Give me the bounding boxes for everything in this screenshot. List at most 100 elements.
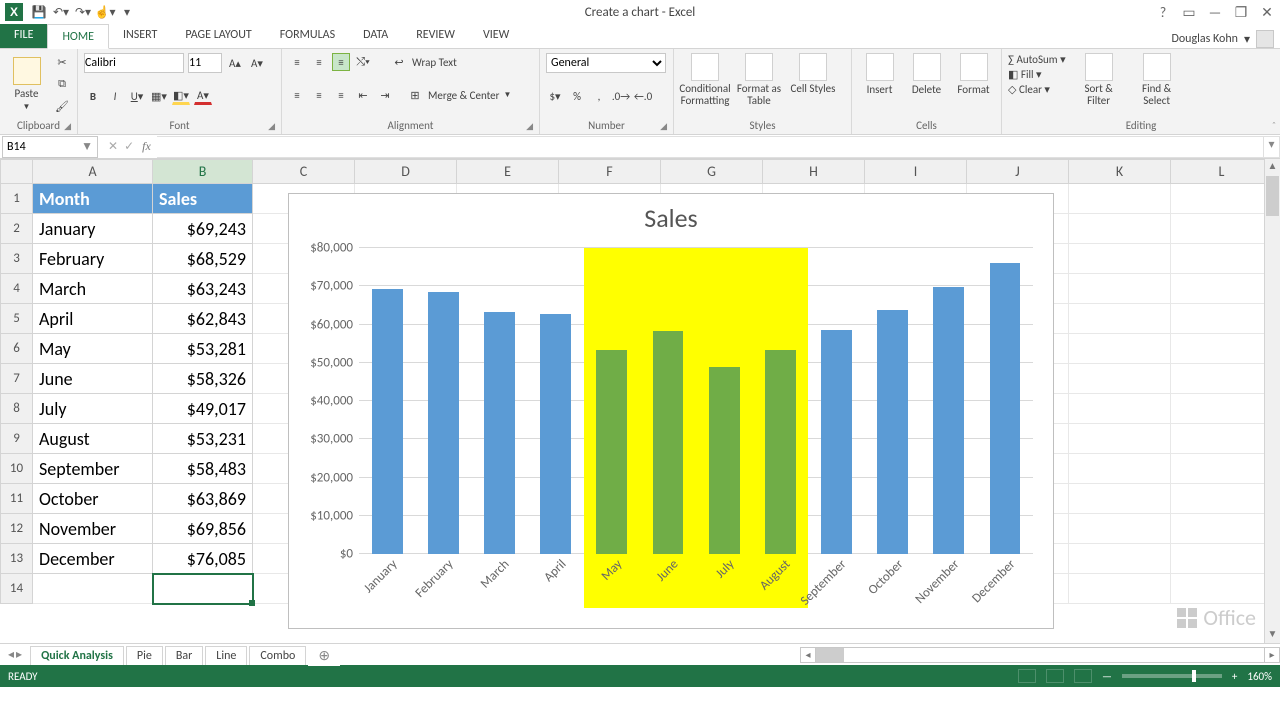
sheet-tab-pie[interactable]: Pie xyxy=(126,646,163,665)
tab-data[interactable]: DATA xyxy=(349,23,402,48)
cell-K7[interactable] xyxy=(1069,364,1171,394)
col-header-J[interactable]: J xyxy=(967,160,1069,184)
row-header-12[interactable]: 12 xyxy=(1,514,33,544)
clear-button[interactable]: ◇ Clear ▾ xyxy=(1008,83,1066,96)
decrease-indent-icon[interactable]: ⇤ xyxy=(354,86,372,104)
percent-icon[interactable]: % xyxy=(568,87,586,105)
delete-cells-button[interactable]: Delete xyxy=(905,53,948,96)
format-painter-icon[interactable]: 🖌 xyxy=(53,97,71,115)
cell-L11[interactable] xyxy=(1171,484,1273,514)
collapse-ribbon-icon[interactable]: ˆ xyxy=(1272,119,1276,132)
tab-formulas[interactable]: FORMULAS xyxy=(266,23,349,48)
align-bottom-icon[interactable]: ≡ xyxy=(332,53,350,71)
tab-review[interactable]: REVIEW xyxy=(402,23,469,48)
avatar[interactable] xyxy=(1256,30,1274,48)
cell-B4[interactable]: $63,243 xyxy=(153,274,253,304)
add-sheet-button[interactable]: ⊕ xyxy=(308,645,340,666)
zoom-out-icon[interactable]: — xyxy=(1102,670,1112,683)
font-size-input[interactable] xyxy=(188,53,222,73)
page-break-view-icon[interactable] xyxy=(1074,669,1092,683)
align-middle-icon[interactable]: ≡ xyxy=(310,53,328,71)
cell-B13[interactable]: $76,085 xyxy=(153,544,253,574)
cell-K12[interactable] xyxy=(1069,514,1171,544)
cell-L13[interactable] xyxy=(1171,544,1273,574)
col-header-G[interactable]: G xyxy=(661,160,763,184)
close-icon[interactable]: ✕ xyxy=(1254,0,1280,24)
tab-scroll-right-icon[interactable]: ▸ xyxy=(16,647,22,662)
cell-A2[interactable]: January xyxy=(33,214,153,244)
horizontal-scrollbar[interactable]: ◂▸ xyxy=(800,647,1280,663)
chart-bar-september[interactable] xyxy=(821,330,852,554)
cell-B9[interactable]: $53,231 xyxy=(153,424,253,454)
cell-A7[interactable]: June xyxy=(33,364,153,394)
shrink-font-icon[interactable]: A▾ xyxy=(248,54,266,72)
cell-B11[interactable]: $63,869 xyxy=(153,484,253,514)
merge-icon[interactable]: ⊞ xyxy=(406,86,424,104)
ribbon-options-icon[interactable]: ▭ xyxy=(1176,0,1202,24)
col-header-A[interactable]: A xyxy=(33,160,153,184)
cell-K13[interactable] xyxy=(1069,544,1171,574)
col-header-C[interactable]: C xyxy=(253,160,355,184)
cell-K6[interactable] xyxy=(1069,334,1171,364)
chart-bar-april[interactable] xyxy=(540,314,571,554)
cell-A8[interactable]: July xyxy=(33,394,153,424)
row-header-1[interactable]: 1 xyxy=(1,184,33,214)
enter-formula-icon[interactable]: ✓ xyxy=(124,139,134,154)
cell-A12[interactable]: November xyxy=(33,514,153,544)
dialog-launcher-icon[interactable]: ◢ xyxy=(268,121,275,132)
chart-bar-june[interactable] xyxy=(653,331,684,554)
cell-B12[interactable]: $69,856 xyxy=(153,514,253,544)
tab-home[interactable]: HOME xyxy=(47,24,109,49)
qat-customize-icon[interactable]: ▾ xyxy=(116,0,138,24)
format-as-table-button[interactable]: Format as Table xyxy=(734,53,784,107)
cell-K2[interactable] xyxy=(1069,214,1171,244)
chart-bar-march[interactable] xyxy=(484,312,515,554)
save-icon[interactable]: 💾 xyxy=(28,0,50,24)
zoom-level[interactable]: 160% xyxy=(1247,670,1272,683)
help-icon[interactable]: ? xyxy=(1150,0,1176,24)
cell-L5[interactable] xyxy=(1171,304,1273,334)
chart-bar-may[interactable] xyxy=(596,350,627,554)
chart-bar-january[interactable] xyxy=(372,289,403,554)
tab-view[interactable]: VIEW xyxy=(469,23,523,48)
decrease-decimal-icon[interactable]: ←.0 xyxy=(634,87,652,105)
chart-bar-december[interactable] xyxy=(990,263,1021,554)
align-right-icon[interactable]: ≡ xyxy=(332,86,350,104)
redo-icon[interactable]: ↷▾ xyxy=(72,0,94,24)
expand-formula-bar-icon[interactable]: ▾ xyxy=(1264,136,1280,158)
align-left-icon[interactable]: ≡ xyxy=(288,86,306,104)
align-top-icon[interactable]: ≡ xyxy=(288,53,306,71)
col-header-H[interactable]: H xyxy=(763,160,865,184)
cell-K3[interactable] xyxy=(1069,244,1171,274)
cell-styles-button[interactable]: Cell Styles xyxy=(788,53,838,95)
autosum-button[interactable]: ∑ AutoSum ▾ xyxy=(1008,53,1066,66)
col-header-L[interactable]: L xyxy=(1171,160,1273,184)
chart-bar-august[interactable] xyxy=(765,350,796,554)
fill-color-icon[interactable]: ◧▾ xyxy=(172,87,190,105)
paste-button[interactable]: Paste▼ xyxy=(6,57,47,112)
dialog-launcher-icon[interactable]: ◢ xyxy=(526,121,533,132)
cell-L12[interactable] xyxy=(1171,514,1273,544)
align-center-icon[interactable]: ≡ xyxy=(310,86,328,104)
chart-bar-november[interactable] xyxy=(933,287,964,554)
cell-K1[interactable] xyxy=(1069,184,1171,214)
cell-A11[interactable]: October xyxy=(33,484,153,514)
row-header-11[interactable]: 11 xyxy=(1,484,33,514)
cell-A5[interactable]: April xyxy=(33,304,153,334)
row-header-13[interactable]: 13 xyxy=(1,544,33,574)
sheet-tab-bar[interactable]: Bar xyxy=(165,646,203,665)
cell-L9[interactable] xyxy=(1171,424,1273,454)
minimize-icon[interactable]: — xyxy=(1202,0,1228,24)
cell-L1[interactable] xyxy=(1171,184,1273,214)
tab-scroll-left-icon[interactable]: ◂ xyxy=(8,647,14,662)
row-header-6[interactable]: 6 xyxy=(1,334,33,364)
chart-bar-october[interactable] xyxy=(877,310,908,554)
col-header-I[interactable]: I xyxy=(865,160,967,184)
page-layout-view-icon[interactable] xyxy=(1046,669,1064,683)
row-header-7[interactable]: 7 xyxy=(1,364,33,394)
comma-icon[interactable]: , xyxy=(590,87,608,105)
cell-A14[interactable] xyxy=(33,574,153,604)
worksheet-grid[interactable]: ABCDEFGHIJKL1MonthSales2January$69,2433F… xyxy=(0,159,1280,643)
tab-file[interactable]: FILE xyxy=(0,23,47,48)
cell-A3[interactable]: February xyxy=(33,244,153,274)
